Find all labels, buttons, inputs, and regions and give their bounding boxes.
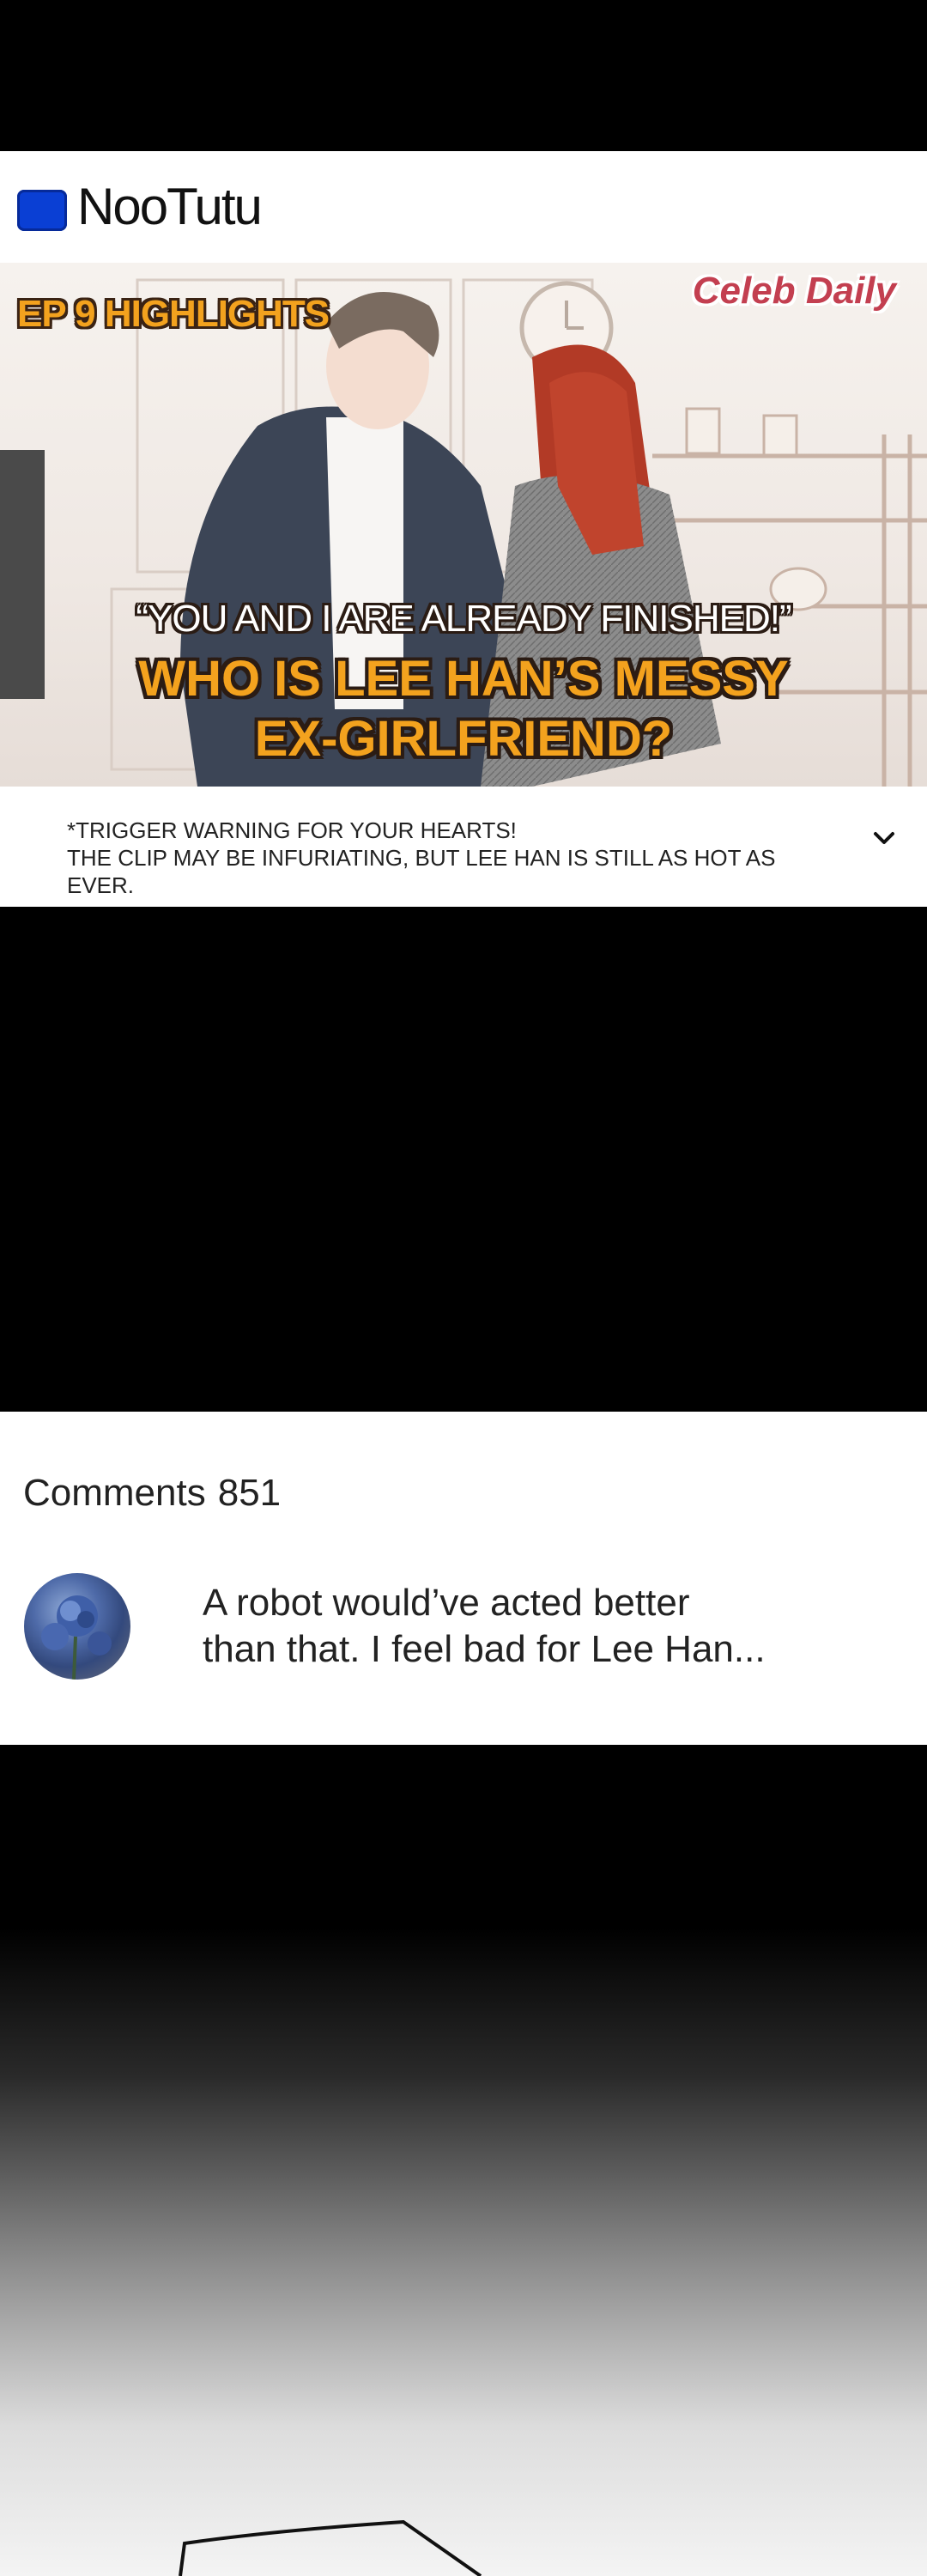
blue-rose-avatar-icon	[41, 1595, 112, 1680]
comment-line-2: than that. I feel bad for Lee Han...	[203, 1628, 766, 1670]
comments-label: Comments	[23, 1472, 206, 1514]
comment-line-1: A robot would’ve acted better	[203, 1582, 690, 1624]
comments-count: 851	[217, 1472, 282, 1514]
video-card[interactable]: NooTutu EP 9 HIGHLIGHTS Celeb Daily “YOU…	[0, 151, 927, 907]
comments-section: Comments 851 A robot would’ve acted bette…	[0, 1412, 927, 1745]
video-thumbnail[interactable]: EP 9 HIGHLIGHTS Celeb Daily “YOU AND I A…	[0, 263, 927, 787]
comment-text: A robot would’ve acted better than that.…	[203, 1580, 889, 1673]
brand-logo-icon	[17, 190, 67, 231]
video-description: *TRIGGER WARNING FOR YOUR HEARTS! THE CL…	[67, 817, 839, 899]
channel-name: Celeb Daily	[692, 270, 896, 312]
top-panel-black	[0, 0, 927, 151]
thumbnail-headline: WHO IS LEE HAN’S MESSY EX-GIRLFRIEND?	[103, 649, 824, 769]
panel-outline	[179, 2519, 482, 2576]
avatar[interactable]	[24, 1573, 130, 1680]
brand-bar: NooTutu	[0, 151, 927, 263]
brand-name: NooTutu	[77, 178, 263, 235]
thumbnail-quote: “YOU AND I ARE ALREADY FINISHED!”	[136, 598, 791, 640]
description-line-1: *TRIGGER WARNING FOR YOUR HEARTS!	[67, 817, 517, 843]
description-line-2: THE CLIP MAY BE INFURIATING, BUT LEE HAN…	[67, 845, 776, 898]
episode-label: EP 9 HIGHLIGHTS	[17, 293, 330, 335]
chevron-down-icon[interactable]	[869, 823, 900, 854]
headline-line-2: EX-GIRLFRIEND?	[254, 711, 673, 767]
bottom-gradient-panel	[0, 1745, 927, 2576]
comments-header[interactable]: Comments 851	[23, 1472, 281, 1515]
headline-line-1: WHO IS LEE HAN’S MESSY	[138, 651, 789, 707]
